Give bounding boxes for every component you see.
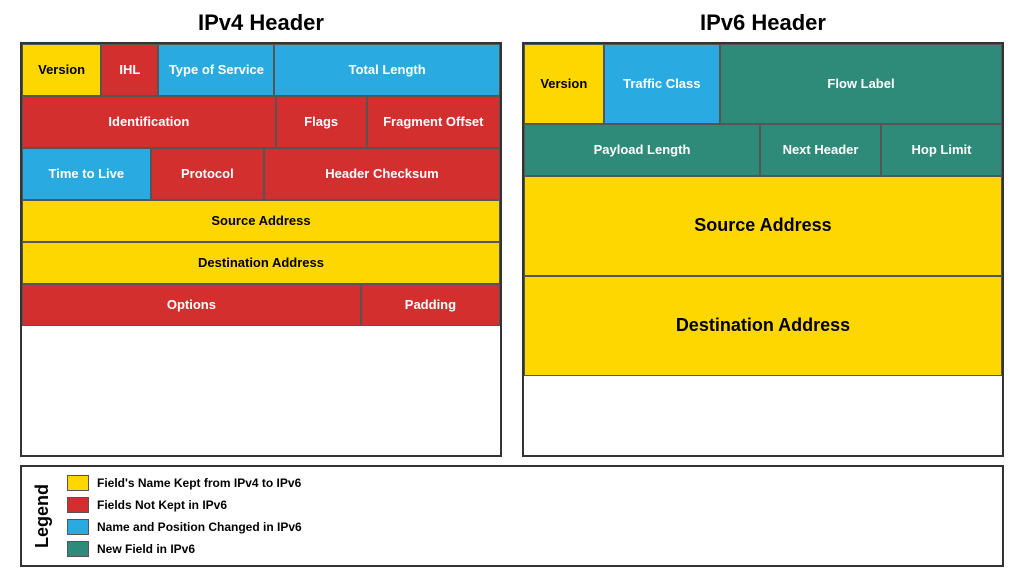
grid-row: VersionTraffic ClassFlow Label [524,44,1002,124]
grid-row: Source Address [22,200,500,242]
legend-item-label: Fields Not Kept in IPv6 [97,498,227,512]
grid-cell: Fragment Offset [367,96,500,148]
legend-color-box [67,541,89,557]
grid-cell: Source Address [22,200,500,242]
grid-row: OptionsPadding [22,284,500,326]
grid-cell: Source Address [524,176,1002,276]
ipv4-section: IPv4 Header VersionIHLType of ServiceTot… [20,10,502,457]
legend-item-label: New Field in IPv6 [97,542,195,556]
legend-item: Name and Position Changed in IPv6 [67,519,302,535]
grid-cell: Payload Length [524,124,760,176]
grid-row: Destination Address [22,242,500,284]
ipv4-title: IPv4 Header [20,10,502,36]
legend-section: Legend Field's Name Kept from IPv4 to IP… [20,465,1004,567]
grid-cell: Destination Address [22,242,500,284]
main-container: IPv4 Header VersionIHLType of ServiceTot… [20,10,1004,457]
grid-row: Time to LiveProtocolHeader Checksum [22,148,500,200]
grid-row: Source Address [524,176,1002,276]
legend-color-box [67,519,89,535]
legend-item-label: Field's Name Kept from IPv4 to IPv6 [97,476,301,490]
legend-color-box [67,475,89,491]
legend-item-label: Name and Position Changed in IPv6 [97,520,302,534]
grid-row: Payload LengthNext HeaderHop Limit [524,124,1002,176]
grid-cell: Header Checksum [264,148,500,200]
grid-cell: Type of Service [158,44,274,96]
grid-cell: Flags [276,96,367,148]
grid-cell: Padding [361,284,500,326]
grid-row: Destination Address [524,276,1002,376]
grid-cell: Flow Label [720,44,1002,124]
grid-cell: Total Length [274,44,500,96]
grid-cell: Next Header [760,124,881,176]
grid-cell: IHL [101,44,158,96]
grid-cell: Hop Limit [881,124,1002,176]
grid-row: VersionIHLType of ServiceTotal Length [22,44,500,96]
grid-cell: Traffic Class [604,44,720,124]
grid-cell: Options [22,284,361,326]
grid-cell: Destination Address [524,276,1002,376]
grid-cell: Time to Live [22,148,151,200]
legend-item: New Field in IPv6 [67,541,302,557]
grid-cell: Protocol [151,148,264,200]
ipv6-grid: VersionTraffic ClassFlow LabelPayload Le… [522,42,1004,457]
legend-item: Field's Name Kept from IPv4 to IPv6 [67,475,302,491]
ipv6-section: IPv6 Header VersionTraffic ClassFlow Lab… [522,10,1004,457]
grid-row: IdentificationFlagsFragment Offset [22,96,500,148]
grid-cell: Version [524,44,604,124]
ipv6-title: IPv6 Header [522,10,1004,36]
ipv4-grid: VersionIHLType of ServiceTotal LengthIde… [20,42,502,457]
grid-cell: Version [22,44,101,96]
grid-cell: Identification [22,96,276,148]
legend-item: Fields Not Kept in IPv6 [67,497,302,513]
legend-items: Field's Name Kept from IPv4 to IPv6 Field… [67,475,302,557]
legend-title: Legend [32,484,53,548]
legend-color-box [67,497,89,513]
